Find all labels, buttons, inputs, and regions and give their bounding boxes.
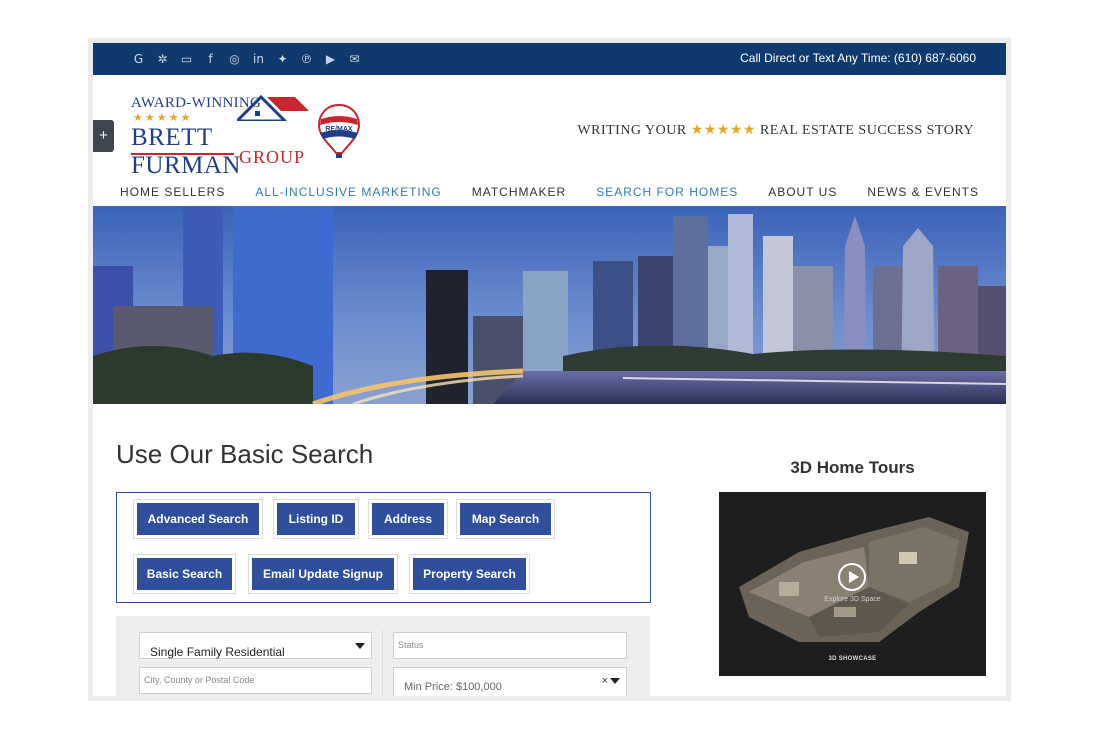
phone-contact[interactable]: Call Direct or Text Any Time: (610) 687-… xyxy=(740,43,976,75)
chevron-down-icon xyxy=(610,678,620,684)
play-icon[interactable] xyxy=(838,563,866,591)
advanced-search-button[interactable]: Advanced Search xyxy=(137,503,259,535)
chevron-down-icon xyxy=(355,643,365,649)
facebook-icon[interactable]: f xyxy=(203,52,218,67)
nav-item-search-for-homes[interactable]: SEARCH FOR HOMES xyxy=(596,183,738,205)
tours-title: 3D Home Tours xyxy=(790,458,915,477)
tagline-after: REAL ESTATE SUCCESS STORY xyxy=(755,123,974,138)
twitter-icon[interactable]: ✦ xyxy=(275,52,290,67)
min-price-value: Min Price: $100,000 xyxy=(404,681,502,693)
min-price-select[interactable]: Min Price: $100,000 × xyxy=(393,667,627,696)
explore-3d-text: Explore 3D Space xyxy=(824,596,881,603)
logo-award-text: AWARD-WINNING xyxy=(131,95,262,111)
status-input[interactable]: Status xyxy=(393,632,627,659)
3d-showcase-badge: 3D SHOWCASE xyxy=(828,656,877,662)
logo-group-text: GROUP xyxy=(239,147,306,167)
page: G ✲ ▭ f ◎ in ✦ ℗ ▶ ✉ Call Direct or Text… xyxy=(93,43,1006,696)
tagline-before: WRITING YOUR xyxy=(577,123,691,138)
map-search-button[interactable]: Map Search xyxy=(460,503,551,535)
logo-stars: ★★★★★ xyxy=(133,112,193,124)
property-search-button[interactable]: Property Search xyxy=(413,558,526,590)
basic-search-button[interactable]: Basic Search xyxy=(137,558,232,590)
location-input[interactable]: City, County or Postal Code xyxy=(139,667,372,694)
3d-tour-video[interactable]: Explore 3D Space 3D SHOWCASE xyxy=(719,492,986,676)
remax-text: RE/MAX xyxy=(325,126,353,133)
page-title: Use Our Basic Search xyxy=(116,439,374,469)
sliding-bar-toggle-button[interactable]: + xyxy=(93,120,114,152)
property-type-select[interactable]: Single Family Residential xyxy=(139,632,372,659)
nav-item-news-events[interactable]: NEWS & EVENTS xyxy=(867,183,979,205)
nav-item-home-sellers[interactable]: HOME SELLERS xyxy=(120,183,225,205)
tagline-stars: ★★★★★ xyxy=(690,123,756,138)
city-skyline-banner xyxy=(93,206,1006,404)
google-icon[interactable]: G xyxy=(131,52,146,67)
chat-icon[interactable]: ▭ xyxy=(179,52,194,67)
listing-id-button[interactable]: Listing ID xyxy=(277,503,355,535)
linkedin-icon[interactable]: in xyxy=(251,52,266,67)
search-form: Single Family Residential Status City, C… xyxy=(116,616,650,696)
tagline: WRITING YOUR ★★★★★ REAL ESTATE SUCCESS S… xyxy=(577,122,974,139)
instagram-icon[interactable]: ◎ xyxy=(227,52,242,67)
main-nav: HOME SELLERS ALL-INCLUSIVE MARKETING MAT… xyxy=(93,183,1006,205)
email-icon[interactable]: ✉ xyxy=(347,52,362,67)
property-type-value: Single Family Residential xyxy=(150,645,285,659)
nav-item-about-us[interactable]: ABOUT US xyxy=(768,183,837,205)
yelp-icon[interactable]: ✲ xyxy=(155,52,170,67)
social-links: G ✲ ▭ f ◎ in ✦ ℗ ▶ ✉ xyxy=(131,43,362,75)
form-divider xyxy=(382,630,383,696)
youtube-icon[interactable]: ▶ xyxy=(323,52,338,67)
remax-balloon-logo[interactable]: RE/MAX xyxy=(318,103,360,161)
email-update-signup-button[interactable]: Email Update Signup xyxy=(252,558,394,590)
clear-icon[interactable]: × xyxy=(602,668,608,694)
address-button[interactable]: Address xyxy=(372,503,444,535)
top-bar: G ✲ ▭ f ◎ in ✦ ℗ ▶ ✉ Call Direct or Text… xyxy=(93,43,1006,75)
nav-item-matchmaker[interactable]: MATCHMAKER xyxy=(472,183,566,205)
pinterest-icon[interactable]: ℗ xyxy=(299,52,314,67)
nav-item-all-inclusive-marketing[interactable]: ALL-INCLUSIVE MARKETING xyxy=(255,183,441,205)
search-type-buttons: Advanced Search Listing ID Address Map S… xyxy=(116,492,651,603)
logo-rule xyxy=(131,153,234,155)
site-logo[interactable]: AWARD-WINNING ★★★★★ BRETT FURMAN GROUP xyxy=(131,95,311,179)
